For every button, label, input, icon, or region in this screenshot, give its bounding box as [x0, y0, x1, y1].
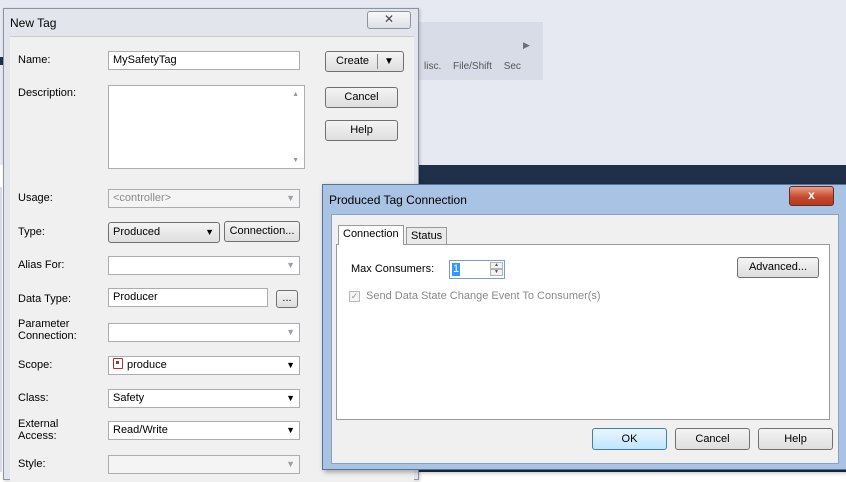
usage-select[interactable]: <controller> ▼ [108, 189, 300, 208]
chevron-down-icon: ▼ [286, 193, 295, 203]
produced-tag-connection-title: Produced Tag Connection [329, 193, 467, 207]
max-consumers-spinner[interactable]: 1 ▲ ▼ [449, 260, 505, 279]
create-dropdown-icon[interactable]: ▼ [384, 52, 394, 71]
description-field[interactable]: ▲ ▼ [108, 85, 305, 169]
class-select[interactable]: Safety ▼ [108, 389, 300, 408]
max-consumers-value: 1 [452, 263, 460, 276]
name-field[interactable]: MySafetyTag [108, 51, 300, 70]
parameter-connection-label: Parameter Connection: [18, 318, 77, 342]
create-button[interactable]: Create ▼ [325, 51, 404, 72]
external-access-select[interactable]: Read/Write ▼ [108, 421, 300, 440]
instruction-tabs: lisc. File/Shift Sec [424, 61, 530, 72]
alias-for-label: Alias For: [18, 259, 65, 271]
close-button[interactable]: x [789, 186, 834, 206]
external-access-label-line1: External [18, 418, 59, 430]
toolbar-scroll-right-icon[interactable]: ▶ [523, 40, 530, 51]
tab-connection[interactable]: Connection [338, 225, 404, 245]
scope-select[interactable]: produce ▼ [108, 356, 300, 375]
chevron-down-icon: ▼ [286, 360, 295, 370]
spin-down-icon[interactable]: ▼ [490, 269, 503, 276]
send-data-state-label: Send Data State Change Event To Consumer… [366, 290, 601, 302]
chevron-down-icon: ▼ [286, 260, 295, 270]
spin-up-icon[interactable]: ▲ [490, 262, 503, 269]
external-access-label: External Access: [18, 418, 58, 442]
chevron-down-icon: ▼ [286, 425, 295, 435]
produced-tag-connection-dialog: Produced Tag Connection x Connection Sta… [322, 184, 846, 470]
scope-label: Scope: [18, 359, 53, 371]
new-tag-close-button[interactable]: ✕ [367, 11, 411, 29]
tab-sequencer[interactable]: Sec [504, 61, 521, 72]
description-label: Description: [18, 87, 77, 99]
data-type-field[interactable]: Producer [108, 288, 268, 307]
type-value: Produced [113, 226, 161, 238]
type-select[interactable]: Produced ▼ [108, 222, 220, 243]
scope-value: produce [127, 359, 167, 371]
create-button-label: Create [336, 55, 370, 67]
max-consumers-label: Max Consumers: [351, 263, 435, 275]
chevron-down-icon: ▼ [205, 227, 214, 237]
usage-value: <controller> [113, 192, 172, 204]
scroll-up-icon[interactable]: ▲ [292, 91, 299, 98]
style-select[interactable]: ▼ [108, 455, 300, 474]
ok-button[interactable]: OK [592, 428, 667, 450]
class-label: Class: [18, 392, 49, 404]
style-label: Style: [18, 458, 46, 470]
cancel-button[interactable]: Cancel [325, 87, 398, 108]
external-access-label-line2: Access: [18, 430, 57, 442]
program-icon [113, 358, 123, 369]
external-access-value: Read/Write [113, 424, 168, 436]
tab-status[interactable]: Status [406, 227, 448, 245]
spinner-buttons: ▲ ▼ [490, 262, 503, 277]
chevron-down-icon: ▼ [286, 327, 295, 337]
parameter-connection-label-line2: Connection: [18, 330, 77, 342]
parameter-connection-select[interactable]: ▼ [108, 323, 300, 342]
alias-for-select[interactable]: ▼ [108, 256, 300, 275]
parameter-connection-label-line1: Parameter [18, 318, 70, 330]
connection-tab-panel: Max Consumers: 1 ▲ ▼ Advanced... ✓ Send … [336, 244, 830, 420]
split-divider [377, 54, 378, 69]
background-strip [0, 187, 2, 472]
scroll-down-icon[interactable]: ▼ [292, 157, 299, 164]
help-button[interactable]: Help [325, 120, 398, 141]
class-value: Safety [113, 392, 145, 404]
help-button[interactable]: Help [758, 428, 833, 450]
type-label: Type: [18, 226, 45, 238]
send-data-state-checkbox[interactable]: ✓ [349, 291, 360, 302]
cancel-button[interactable]: Cancel [675, 428, 750, 450]
produced-tag-body: Connection Status Max Consumers: 1 ▲ ▼ A… [331, 214, 839, 464]
tab-file-shift[interactable]: File/Shift [453, 61, 492, 72]
chevron-down-icon: ▼ [286, 459, 295, 469]
name-label: Name: [18, 54, 51, 66]
data-type-browse-button[interactable]: ... [276, 290, 298, 308]
tab-misc[interactable]: lisc. [424, 61, 441, 72]
advanced-button[interactable]: Advanced... [737, 257, 819, 278]
new-tag-title: New Tag [10, 16, 57, 30]
chevron-down-icon: ▼ [286, 393, 295, 403]
usage-label: Usage: [18, 192, 53, 204]
connection-button[interactable]: Connection... [224, 221, 300, 242]
data-type-label: Data Type: [18, 293, 71, 305]
